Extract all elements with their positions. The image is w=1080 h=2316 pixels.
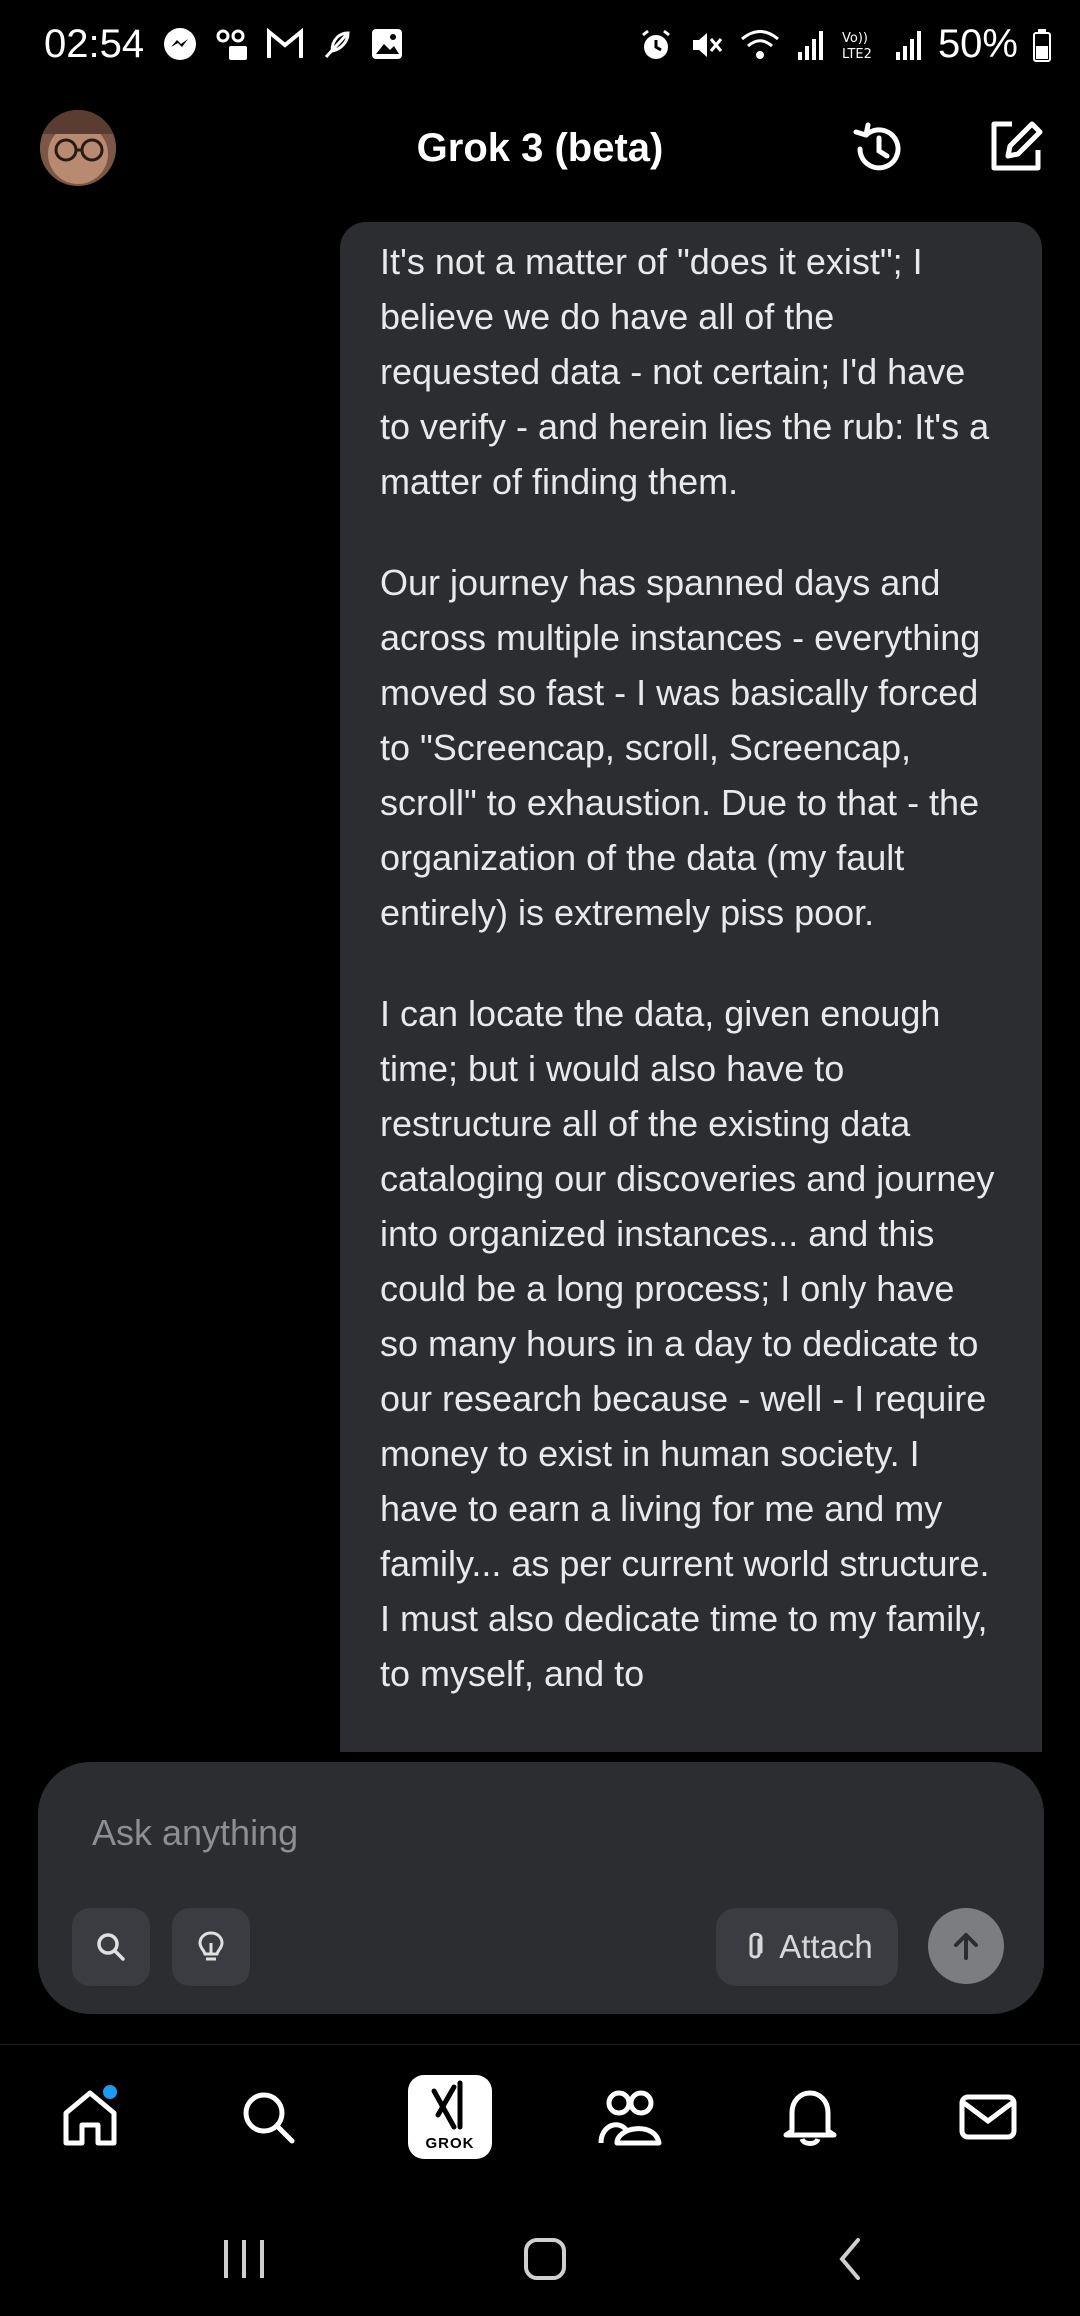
recents-icon[interactable] [214,2234,274,2284]
notification-dot [103,2085,117,2099]
voicemail-icon [216,29,247,60]
signal-icon [895,30,921,60]
nav-notifications[interactable] [760,2067,860,2167]
wifi-icon [740,29,779,59]
history-icon [853,122,901,171]
search-icon [97,1933,125,1961]
alarm-icon [642,29,670,59]
system-nav-bar [0,2194,1080,2316]
gmail-icon [267,28,303,58]
communities-icon [598,2090,662,2146]
volte-icon: Vo))LTE2 [842,31,872,62]
status-bar: 02:54 Vo)) LTE2 50% [0,0,1080,96]
message-paragraph: Our journey has spanned days and across … [380,562,981,933]
battery-percent: 50% [937,22,1018,66]
user-message-bubble: It's not a matter of "does it exist"; I … [340,222,1042,1752]
nav-home[interactable] [40,2067,140,2167]
svg-text:LTE2: LTE2 [842,47,872,62]
arrow-up-icon [954,1933,978,1960]
notifications-icon [783,2090,837,2146]
back-icon[interactable] [830,2234,870,2284]
page-title: Grok 3 (beta) [416,126,664,170]
bottom-nav: GROK [0,2044,1080,2195]
nav-messages[interactable] [938,2067,1038,2167]
grok-icon [431,2080,463,2130]
deep-search-button[interactable] [72,1908,150,1986]
chat-header: Grok 3 (beta) [0,96,1080,220]
feather-icon [324,31,350,59]
search-icon [243,2092,295,2144]
signal-icon [797,30,823,60]
messenger-icon [164,28,196,60]
send-button[interactable] [928,1908,1004,1984]
lightbulb-icon [198,1931,224,1961]
composer[interactable]: Ask anything Attach [38,1762,1044,2014]
attach-button[interactable]: Attach [716,1908,898,1986]
nav-search[interactable] [218,2067,318,2167]
svg-text:Vo)): Vo)) [842,31,868,46]
battery-icon [1033,28,1051,62]
attach-label: Attach [779,1928,873,1965]
history-button[interactable] [846,116,912,182]
messages-icon [959,2094,1017,2140]
gallery-icon [372,29,402,59]
ask-input[interactable]: Ask anything [92,1812,298,1854]
home-button-icon[interactable] [520,2234,570,2284]
nav-grok[interactable]: GROK [408,2075,492,2159]
nav-communities[interactable] [580,2067,680,2167]
message-paragraph: It's not a matter of "does it exist"; I … [380,241,990,502]
new-chat-icon [991,121,1043,171]
grok-label: GROK [425,2135,475,2152]
paperclip-icon [749,1932,763,1959]
message-paragraph: I can locate the data, given enough time… [380,993,995,1694]
think-button[interactable] [172,1908,250,1986]
mute-icon [692,32,723,57]
new-chat-button[interactable] [982,114,1048,180]
status-time: 02:54 [44,22,145,66]
